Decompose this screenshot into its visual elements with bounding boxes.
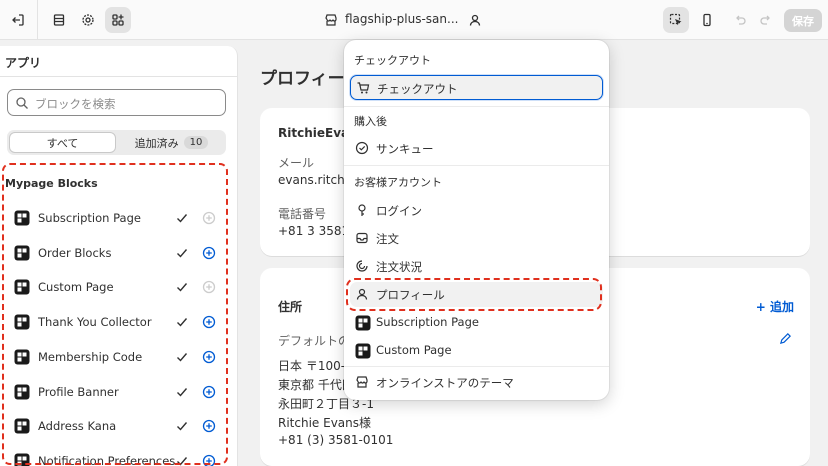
menu-item-label: チェックアウト bbox=[377, 82, 458, 96]
apps-icon[interactable] bbox=[105, 7, 131, 33]
app-block-icon bbox=[355, 343, 371, 359]
status-spiral-icon bbox=[355, 259, 369, 273]
section-checkout: チェックアウト bbox=[354, 54, 431, 67]
menu-item-label: ログイン bbox=[376, 204, 422, 218]
page-selector-dropdown: チェックアウト チェックアウト 購入後 サンキュー お客様アカウント ログイン … bbox=[344, 40, 609, 400]
key-icon bbox=[355, 203, 369, 217]
tab-added[interactable]: 追加済み 10 bbox=[119, 132, 224, 153]
menu-divider bbox=[344, 366, 609, 367]
menu-item-login[interactable]: ログイン bbox=[350, 198, 603, 223]
menu-item-label: 注文 bbox=[376, 232, 399, 246]
sidebar-title: アプリ bbox=[5, 56, 42, 70]
menu-divider bbox=[344, 165, 609, 166]
save-button[interactable]: 保存 bbox=[784, 9, 822, 32]
menu-item-thankyou[interactable]: サンキュー bbox=[350, 136, 603, 161]
address-title: 住所 bbox=[278, 300, 303, 314]
menu-divider bbox=[344, 106, 609, 107]
tab-added-label: 追加済み bbox=[134, 136, 179, 150]
added-count-badge: 10 bbox=[183, 136, 209, 149]
menu-item-orders[interactable]: 注文 bbox=[350, 226, 603, 251]
menu-item-checkout[interactable]: チェックアウト bbox=[350, 75, 603, 100]
highlight-block-list bbox=[2, 163, 228, 465]
address-line: 東京都 千代田 bbox=[278, 378, 354, 392]
address-line: +81 (3) 3581-0101 bbox=[278, 433, 394, 447]
check-circle-icon bbox=[355, 141, 369, 155]
search-placeholder: ブロックを検索 bbox=[35, 97, 116, 111]
store-icon bbox=[318, 7, 344, 33]
menu-item-order-status[interactable]: 注文状況 bbox=[350, 254, 603, 279]
cart-icon bbox=[356, 81, 370, 95]
menu-item-custom-page[interactable]: Custom Page bbox=[350, 338, 603, 363]
app-block-icon bbox=[355, 315, 371, 331]
layout-sections-icon[interactable] bbox=[46, 7, 72, 33]
menu-item-label: サンキュー bbox=[376, 142, 434, 156]
inbox-icon bbox=[355, 231, 369, 245]
block-search-input[interactable]: ブロックを検索 bbox=[7, 89, 226, 116]
exit-icon[interactable] bbox=[5, 7, 31, 33]
menu-item-online-store-theme[interactable]: オンラインストアのテーマ bbox=[350, 370, 603, 395]
menu-item-label: 注文状況 bbox=[376, 260, 422, 274]
email-label: メール bbox=[278, 156, 315, 170]
menu-item-label: オンラインストアのテーマ bbox=[376, 376, 514, 390]
phone-label: 電話番号 bbox=[278, 207, 327, 221]
store-icon bbox=[355, 375, 369, 389]
add-address-button[interactable]: + 追加 bbox=[756, 298, 794, 315]
highlight-profile-item bbox=[346, 278, 602, 311]
pencil-icon[interactable] bbox=[779, 332, 792, 348]
search-icon bbox=[15, 96, 29, 113]
tab-all[interactable]: すべて bbox=[9, 132, 116, 153]
filter-segmented-control: すべて 追加済み 10 bbox=[7, 130, 226, 155]
top-bar: flagship-plus-san... 保存 bbox=[0, 0, 828, 40]
gear-icon[interactable] bbox=[75, 7, 101, 33]
undo-icon[interactable] bbox=[727, 7, 753, 33]
sidebar-divider bbox=[0, 76, 237, 77]
person-icon[interactable] bbox=[462, 7, 488, 33]
menu-item-subscription-page[interactable]: Subscription Page bbox=[350, 310, 603, 335]
page-title: プロフィー bbox=[260, 69, 345, 89]
inspector-cursor-icon[interactable] bbox=[663, 7, 689, 33]
default-address-label: デフォルトの bbox=[278, 334, 351, 348]
section-post-purchase: 購入後 bbox=[354, 115, 387, 128]
address-line: 日本 〒100-( bbox=[278, 359, 350, 373]
redo-icon[interactable] bbox=[753, 7, 779, 33]
mobile-icon[interactable] bbox=[694, 7, 720, 33]
toolbar-divider bbox=[37, 0, 38, 40]
menu-item-label: Subscription Page bbox=[376, 315, 479, 329]
section-customer-account: お客様アカウント bbox=[354, 176, 442, 189]
address-line: Ritchie Evans様 bbox=[278, 416, 372, 430]
menu-item-label: Custom Page bbox=[376, 343, 452, 357]
store-name[interactable]: flagship-plus-san... bbox=[345, 12, 458, 26]
